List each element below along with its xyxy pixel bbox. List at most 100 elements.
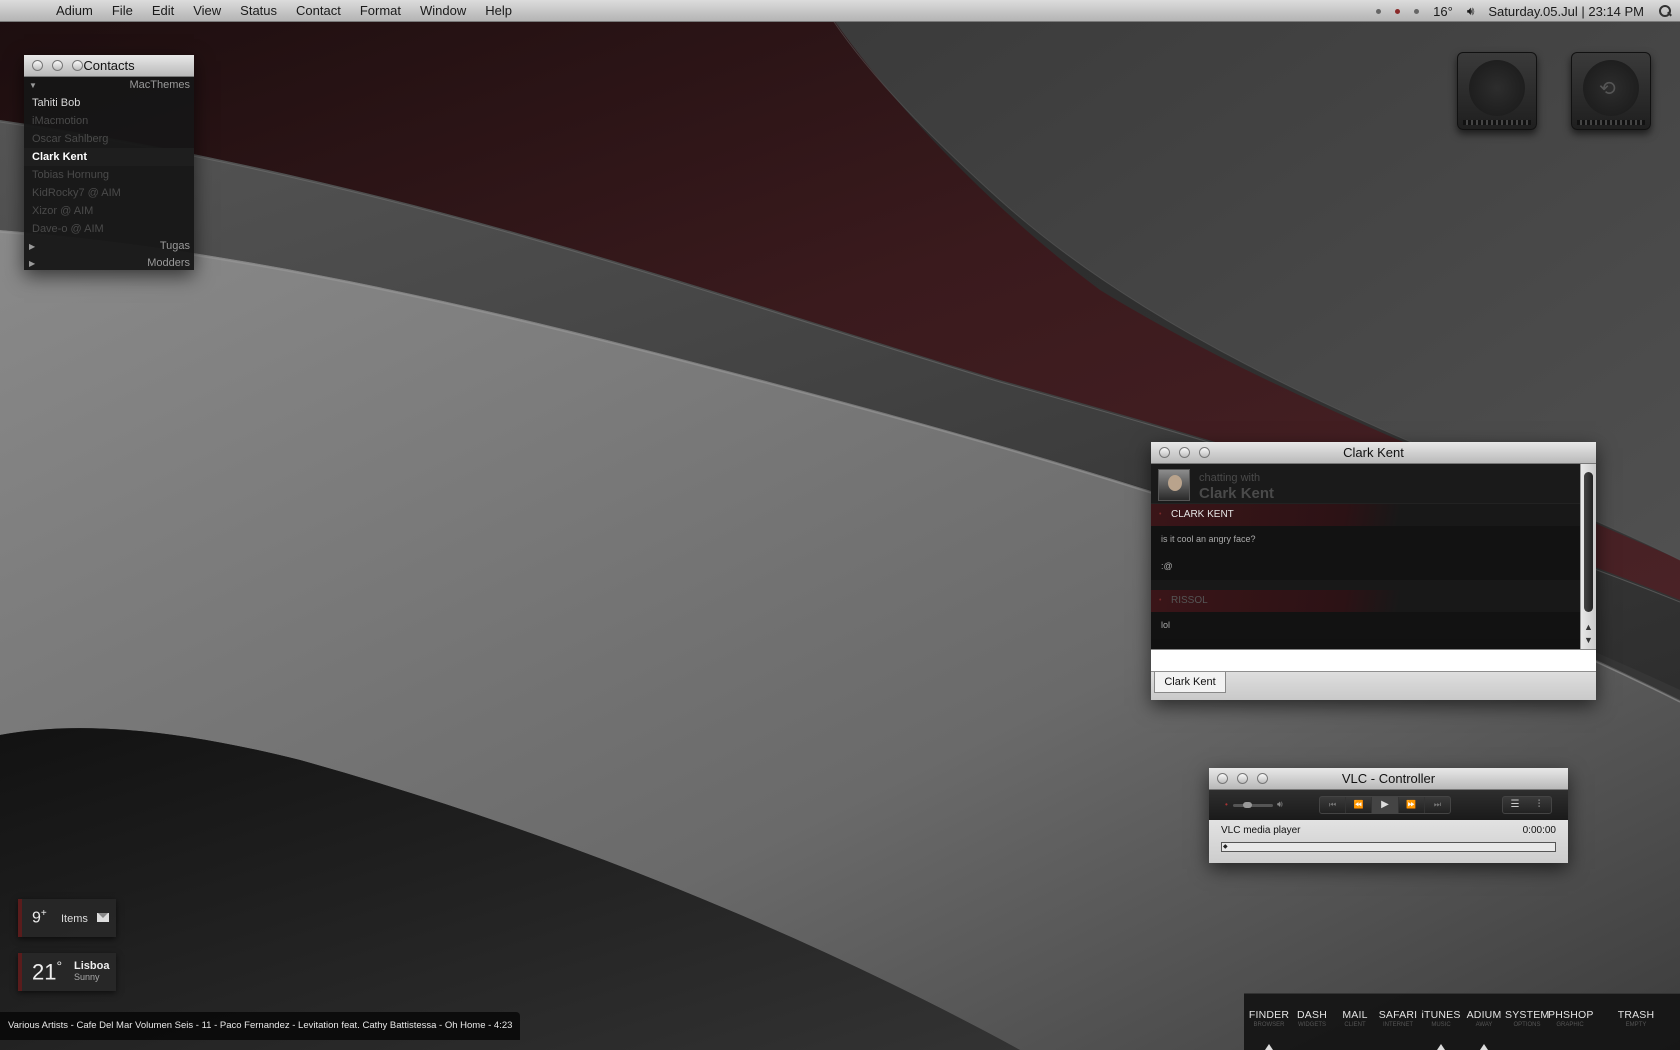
minimize-button[interactable] bbox=[52, 60, 63, 71]
menu-contact[interactable]: Contact bbox=[296, 3, 341, 18]
dock-item-dash[interactable]: DASH WIDGETS bbox=[1290, 1009, 1334, 1028]
clock[interactable]: Saturday.05.Jul | 23:14 PM bbox=[1488, 4, 1644, 19]
scrollbar-thumb[interactable] bbox=[1584, 472, 1593, 612]
message-transcript[interactable]: chatting with Clark Kent • CLARK KENT is… bbox=[1151, 464, 1580, 649]
dock-item-trash[interactable]: TRASH EMPTY bbox=[1614, 1009, 1658, 1028]
now-playing-bar: Various Artists - Cafe Del Mar Volumen S… bbox=[0, 1012, 521, 1040]
volume-track[interactable] bbox=[1233, 804, 1273, 807]
dock-item-sublabel: OPTIONS bbox=[1513, 1022, 1541, 1028]
disclosure-collapsed-icon[interactable]: ▶ bbox=[29, 238, 35, 255]
weather-condition: Sunny bbox=[74, 972, 100, 982]
menu-help[interactable]: Help bbox=[485, 3, 512, 18]
dock-item-label: SAFARI bbox=[1378, 1009, 1418, 1021]
disclosure-collapsed-icon[interactable]: ▶ bbox=[29, 255, 35, 272]
menu-view[interactable]: View bbox=[193, 3, 221, 18]
menu-file[interactable]: File bbox=[112, 3, 133, 18]
dock-item-adium[interactable]: ADIUM AWAY bbox=[1462, 1009, 1506, 1050]
scroll-up-arrow-icon[interactable]: ▲ bbox=[1584, 622, 1593, 632]
activity-dot-icon[interactable] bbox=[1414, 8, 1420, 14]
weather-widget[interactable]: 21° Lisboa Sunny bbox=[18, 953, 116, 991]
disk-vents bbox=[1577, 120, 1645, 125]
vlc-titlebar[interactable]: VLC - Controller bbox=[1209, 768, 1568, 790]
contact-tahiti-bob[interactable]: Tahiti Bob bbox=[24, 94, 194, 112]
scroll-down-arrow-icon[interactable]: ▼ bbox=[1584, 635, 1593, 645]
group-label: Tugas bbox=[159, 240, 190, 252]
vlc-controller-window: VLC - Controller • 🔊︎ ⏮ ⏪ ▶ ⏩ ⏭ ☰ ⫶ VLC … bbox=[1209, 768, 1568, 863]
close-button[interactable] bbox=[32, 60, 43, 71]
menu-status[interactable]: Status bbox=[240, 3, 277, 18]
dock-item-mail[interactable]: MAIL CLIENT bbox=[1333, 1009, 1377, 1028]
dock-item-phshop[interactable]: PHSHOP GRAPHIC bbox=[1548, 1009, 1593, 1028]
minimize-button[interactable] bbox=[1179, 447, 1190, 458]
volume-max-icon[interactable]: 🔊︎ bbox=[1277, 799, 1283, 810]
minimize-button[interactable] bbox=[1237, 773, 1248, 784]
zoom-button[interactable] bbox=[72, 60, 83, 71]
group-tugas[interactable]: ▶ Tugas bbox=[24, 238, 194, 255]
mail-label: Items bbox=[61, 913, 88, 925]
volume-icon[interactable]: 🔊︎ bbox=[1467, 4, 1475, 19]
disk-platter bbox=[1469, 60, 1525, 116]
previous-track-icon[interactable]: ⏮ bbox=[1320, 797, 1347, 813]
chatting-with-label: chatting with bbox=[1199, 472, 1261, 484]
temperature-readout[interactable]: 16° bbox=[1433, 4, 1453, 19]
dock-item-finder[interactable]: FINDER BROWSER bbox=[1247, 1009, 1291, 1050]
contact-kidrocky7[interactable]: KidRocky7 @ AIM bbox=[24, 184, 194, 202]
contact-oscar-sahlberg[interactable]: Oscar Sahlberg bbox=[24, 130, 194, 148]
message-input[interactable] bbox=[1151, 649, 1596, 671]
sender-name: CLARK KENT bbox=[1171, 509, 1234, 520]
menu-extras: 16° 🔊︎ Saturday.05.Jul | 23:14 PM bbox=[1376, 0, 1680, 22]
volume-knob[interactable] bbox=[1243, 802, 1252, 808]
seek-bar[interactable]: ◆ bbox=[1221, 842, 1556, 852]
transcript-scrollbar[interactable]: ▲ ▼ bbox=[1580, 464, 1596, 649]
sender-name: RISSOL bbox=[1171, 595, 1208, 606]
dock-item-itunes[interactable]: iTUNES MUSIC bbox=[1419, 1009, 1463, 1050]
close-button[interactable] bbox=[1217, 773, 1228, 784]
contacts-titlebar[interactable]: Contacts bbox=[24, 55, 194, 77]
contact-dave-o[interactable]: Dave-o @ AIM bbox=[24, 220, 194, 238]
dock-item-sublabel: EMPTY bbox=[1625, 1022, 1647, 1028]
window-controls bbox=[32, 60, 83, 71]
group-label: Modders bbox=[147, 257, 190, 269]
time-machine-disk-icon[interactable]: ⟲ bbox=[1571, 52, 1651, 130]
contact-imacmotion[interactable]: iMacmotion bbox=[24, 112, 194, 130]
envelope-icon bbox=[97, 913, 109, 922]
chat-window: Clark Kent chatting with Clark Kent • CL… bbox=[1151, 442, 1596, 700]
equalizer-icon[interactable]: ⫶ bbox=[1527, 797, 1551, 813]
dock-item-safari[interactable]: SAFARI INTERNET bbox=[1376, 1009, 1420, 1028]
running-indicator-icon bbox=[1265, 1044, 1273, 1050]
contact-tobias-hornung[interactable]: Tobias Hornung bbox=[24, 166, 194, 184]
system-disk-icon[interactable] bbox=[1457, 52, 1537, 130]
mail-widget[interactable]: 9+ Items bbox=[18, 899, 116, 937]
spotlight-search-icon[interactable] bbox=[1658, 4, 1672, 18]
contact-clark-kent[interactable]: Clark Kent bbox=[24, 148, 194, 166]
menu-adium[interactable]: Adium bbox=[56, 3, 93, 18]
group-modders[interactable]: ▶ Modders bbox=[24, 255, 194, 272]
status-dot-icon[interactable] bbox=[1376, 8, 1382, 14]
close-button[interactable] bbox=[1159, 447, 1170, 458]
zoom-button[interactable] bbox=[1257, 773, 1268, 784]
playlist-icon[interactable]: ☰ bbox=[1503, 797, 1527, 813]
menu-edit[interactable]: Edit bbox=[152, 3, 174, 18]
dock-item-label: TRASH bbox=[1617, 1009, 1655, 1021]
next-track-icon[interactable]: ⏭ bbox=[1425, 797, 1450, 813]
mail-count-suffix: + bbox=[40, 908, 47, 919]
group-macthemes[interactable]: ▼ MacThemes bbox=[24, 77, 194, 94]
dock-item-system[interactable]: SYSTEM OPTIONS bbox=[1505, 1009, 1549, 1028]
menu-format[interactable]: Format bbox=[360, 3, 401, 18]
rewind-icon[interactable]: ⏪ bbox=[1346, 797, 1373, 813]
chat-titlebar[interactable]: Clark Kent bbox=[1151, 442, 1596, 464]
tab-clark-kent[interactable]: Clark Kent bbox=[1154, 672, 1226, 693]
volume-slider[interactable]: • 🔊︎ bbox=[1225, 799, 1285, 810]
adium-status-icon[interactable] bbox=[1395, 8, 1401, 14]
contact-xizor[interactable]: Xizor @ AIM bbox=[24, 202, 194, 220]
zoom-button[interactable] bbox=[1199, 447, 1210, 458]
seek-head-icon[interactable]: ◆ bbox=[1223, 844, 1228, 850]
play-icon[interactable]: ▶ bbox=[1372, 797, 1399, 813]
menu-window[interactable]: Window bbox=[420, 3, 466, 18]
mute-icon[interactable]: • bbox=[1225, 800, 1228, 809]
dock-item-sublabel: CLIENT bbox=[1344, 1022, 1366, 1028]
mail-count-number: 9 bbox=[32, 909, 41, 927]
fast-forward-icon[interactable]: ⏩ bbox=[1399, 797, 1425, 813]
disclosure-expanded-icon[interactable]: ▼ bbox=[29, 77, 37, 94]
dock-item-label: FINDER bbox=[1248, 1009, 1290, 1021]
